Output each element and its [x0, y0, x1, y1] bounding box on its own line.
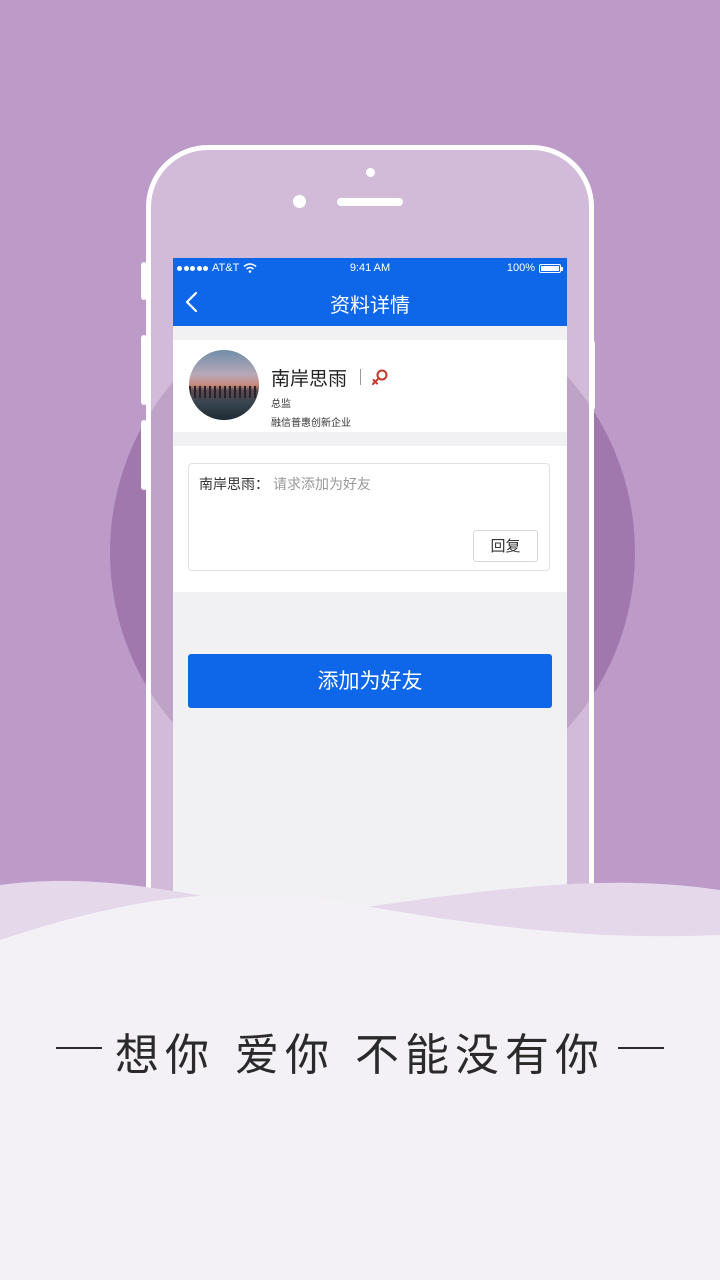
reply-button[interactable]: 回复: [473, 530, 538, 562]
proximity-sensor: [366, 168, 375, 177]
earpiece-speaker: [337, 198, 403, 206]
phone-screen: AT&T 9:41 AM 100% 资料详情 南岸思雨 总监 融信普惠创新企业: [173, 258, 567, 938]
phone-button-volume-down: [141, 420, 147, 490]
slogan: 想你 爱你 不能没有你: [0, 1015, 720, 1081]
female-icon: [372, 369, 388, 385]
name-divider: [360, 369, 361, 385]
battery-icon: [539, 263, 563, 273]
profile-company: 融信普惠创新企业: [271, 418, 351, 429]
battery-label: 100%: [506, 262, 535, 274]
message-sender: 南岸思雨：: [199, 477, 269, 493]
front-camera: [293, 195, 306, 208]
phone-button-power: [589, 340, 595, 410]
status-bar: AT&T 9:41 AM 100%: [173, 258, 567, 280]
message-text: 请求添加为好友: [273, 477, 371, 493]
profile-name: 南岸思雨: [271, 368, 348, 390]
slogan-text: 想你 爱你 不能没有你: [115, 1030, 605, 1081]
request-section: 南岸思雨： 请求添加为好友 回复: [173, 446, 567, 592]
page-title: 资料详情: [330, 293, 410, 317]
phone-button-volume-up: [141, 335, 147, 405]
status-right: 100%: [506, 262, 563, 274]
phone-button-mute: [141, 262, 147, 300]
profile-card: 南岸思雨 总监 融信普惠创新企业: [173, 340, 567, 432]
profile-role: 总监: [271, 399, 291, 410]
navigation-bar: 资料详情: [173, 280, 567, 326]
add-friend-button[interactable]: 添加为好友: [188, 654, 552, 708]
slogan-dash-right: [618, 1047, 664, 1049]
avatar[interactable]: [189, 350, 259, 420]
request-message-box: 南岸思雨： 请求添加为好友 回复: [188, 463, 550, 571]
